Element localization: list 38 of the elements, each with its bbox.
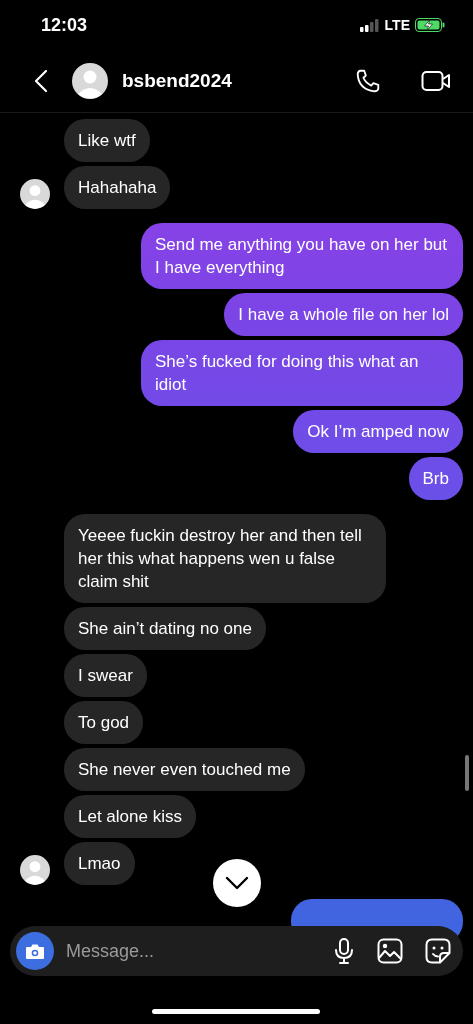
message-bubble: To god: [64, 701, 144, 744]
contact-name[interactable]: bsbend2024: [122, 70, 341, 92]
avatar: [20, 179, 50, 209]
sticker-button[interactable]: [425, 938, 451, 964]
video-call-icon[interactable]: [421, 69, 451, 93]
message-bubble: Hahahaha: [64, 166, 171, 209]
message-bubble: Brb: [408, 457, 463, 500]
network-label: LTE: [384, 17, 410, 33]
back-icon[interactable]: [34, 69, 48, 93]
status-time: 12:03: [41, 14, 88, 36]
message-composer[interactable]: Message...: [10, 926, 463, 976]
microphone-icon: [333, 938, 355, 964]
battery-icon: [415, 18, 445, 32]
gallery-button[interactable]: [377, 938, 403, 964]
avatar: [20, 855, 50, 885]
microphone-button[interactable]: [333, 938, 355, 964]
sticker-icon: [425, 938, 451, 964]
message-bubble: Like wtf: [64, 119, 150, 162]
chevron-down-icon: [225, 876, 249, 890]
camera-icon: [25, 942, 45, 960]
message-bubble: Yeeee fuckin destroy her and then tell her this what happens wen u false claim shit: [64, 514, 386, 603]
message-bubble: Send me anything you have on her but I have everything: [141, 223, 463, 289]
scrollbar: [465, 755, 469, 791]
message-bubble: Let alone kiss: [64, 795, 196, 838]
avatar: [72, 63, 108, 99]
signal-icon: [359, 18, 380, 32]
camera-button[interactable]: [16, 932, 54, 970]
phone-icon[interactable]: [355, 68, 381, 94]
scroll-down-button[interactable]: [213, 859, 261, 907]
message-bubble: Ok I’m amped now: [293, 410, 463, 453]
message-bubble: She ain’t dating no one: [64, 607, 266, 650]
message-bubble: She never even touched me: [64, 748, 305, 791]
message-bubble: I swear: [64, 654, 147, 697]
message-bubble: She’s fucked for doing this what an idiot: [141, 340, 463, 406]
message-input[interactable]: Message...: [64, 939, 323, 963]
image-icon: [377, 938, 403, 964]
message-bubble: Lmao: [64, 842, 135, 885]
message-bubble: I have a whole file on her lol: [224, 293, 463, 336]
